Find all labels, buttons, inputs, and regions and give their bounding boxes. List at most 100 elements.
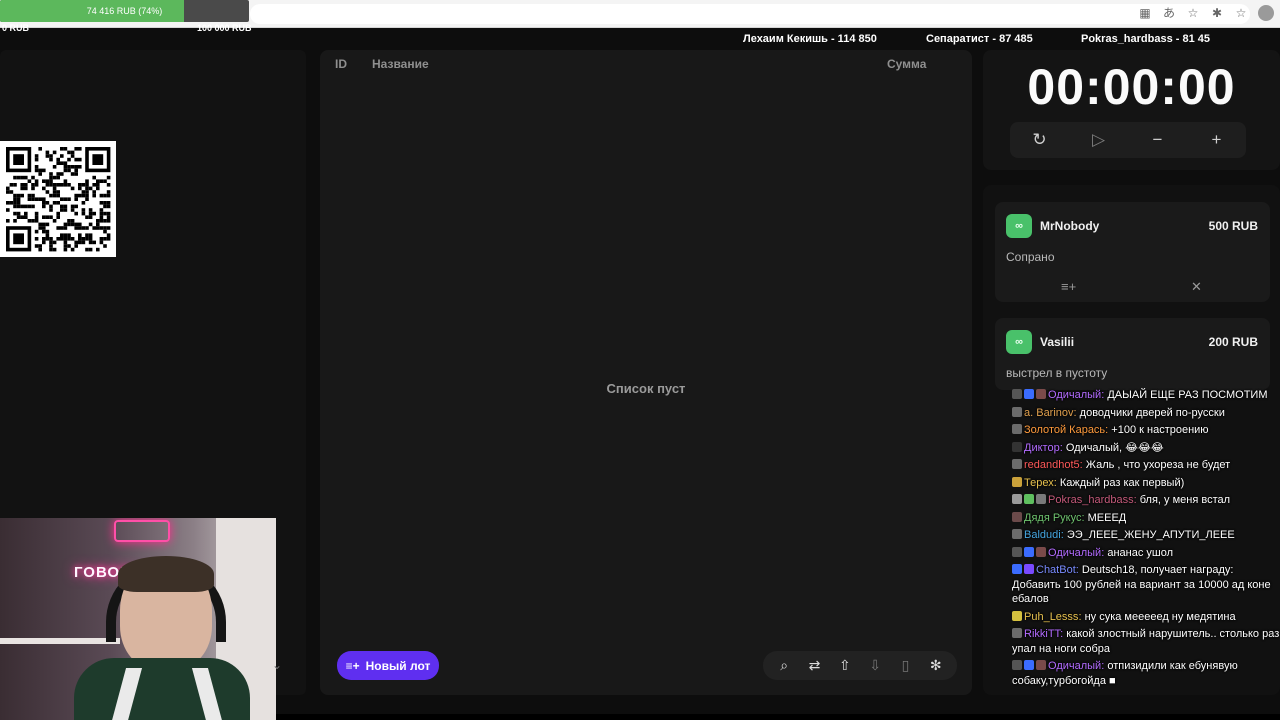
donation-source-icon: ∞ <box>1006 330 1032 354</box>
qr-module <box>74 147 78 151</box>
qr-module <box>60 237 64 241</box>
donor-name: MrNobody <box>1040 219 1100 233</box>
address-bar[interactable] <box>250 4 1250 24</box>
qr-module <box>103 219 107 223</box>
chat-text: бля, у меня встал <box>1139 494 1231 506</box>
qr-module <box>81 183 86 187</box>
timer-controls: ↻ ▷ − + <box>1010 122 1246 158</box>
qr-module <box>63 204 68 209</box>
streamer-hair <box>118 556 214 592</box>
qr-module <box>45 229 50 234</box>
donation-card: ∞ Vasilii 200 RUB выстрел в пустоту <box>995 318 1270 390</box>
qr-module <box>13 204 17 209</box>
qr-module <box>38 247 42 252</box>
chat-message: ChatBot: Deutsch18, получает награду: До… <box>1012 563 1280 607</box>
qr-module <box>92 190 96 194</box>
qr-module <box>31 219 35 223</box>
bottom-strip <box>276 714 1280 720</box>
wheel-icon[interactable]: ✻ <box>927 657 945 674</box>
new-lot-button[interactable]: ≡+ Новый лот <box>337 651 439 680</box>
chat-text: +100 к настроению <box>1111 424 1209 436</box>
qr-module <box>106 204 111 209</box>
column-id[interactable]: ID <box>335 57 347 71</box>
qr-module <box>60 154 64 158</box>
qr-module <box>96 222 100 227</box>
qr-module <box>85 190 89 194</box>
profile-avatar[interactable] <box>1258 5 1274 21</box>
shuffle-icon[interactable]: ⇄ <box>805 657 823 674</box>
qr-module <box>6 219 10 223</box>
bookmark-icon[interactable]: ☆ <box>1234 5 1248 21</box>
translate-icon[interactable]: あ <box>1162 5 1176 21</box>
qr-module <box>74 222 78 227</box>
qr-module <box>74 157 78 162</box>
qr-module <box>52 219 57 223</box>
column-name[interactable]: Название <box>372 57 429 71</box>
close-icon[interactable]: ✕ <box>1191 279 1202 295</box>
qr-module <box>63 197 68 201</box>
qr-module <box>56 175 60 180</box>
qr-module <box>96 247 100 252</box>
chat-message: Одичалый: ананас ушол <box>1012 546 1280 561</box>
qr-module <box>38 168 42 173</box>
chat-message: Терех: Каждый раз как первый) <box>1012 476 1280 491</box>
qr-module <box>99 193 104 198</box>
chat-text: ДАЫАЙ ЕЩЕ РАЗ ПОСМОТИМ <box>1107 389 1268 401</box>
chat-message: Дядя Рукус: МЕЕЕД <box>1012 511 1280 526</box>
star-icon[interactable]: ☆ <box>1186 5 1200 21</box>
qr-module <box>99 208 104 212</box>
play-icon[interactable]: ▷ <box>1088 130 1110 150</box>
qr-module <box>78 147 82 151</box>
qr-module <box>24 211 28 216</box>
minus-icon[interactable]: − <box>1147 130 1169 150</box>
qr-module <box>99 219 104 223</box>
qr-module <box>52 175 57 180</box>
trash-icon[interactable]: ▯ <box>896 657 914 674</box>
chat-message: Диктор: Одичалый, 😂😂😂 <box>1012 441 1280 456</box>
qr-module <box>16 175 21 180</box>
qr-module <box>74 193 78 198</box>
upload-icon[interactable]: ⇧ <box>836 657 854 674</box>
plus-icon[interactable]: + <box>1206 130 1228 150</box>
qr-module <box>106 215 111 219</box>
apps-icon[interactable]: ▦ <box>1138 5 1152 21</box>
chat-text: ананас ушол <box>1107 546 1174 559</box>
qr-module <box>56 172 60 176</box>
qr-module <box>27 204 32 209</box>
qr-module <box>67 244 71 248</box>
chat-username: Терех <box>1024 476 1054 489</box>
shelf <box>0 638 120 644</box>
chevron-icon[interactable]: ⌄ <box>272 658 282 672</box>
qr-module <box>63 233 68 237</box>
qr-module <box>99 240 104 245</box>
qr-module <box>74 197 78 201</box>
chat-badge-icon <box>1012 441 1022 452</box>
qr-module <box>74 165 78 169</box>
qr-module <box>49 175 53 180</box>
qr-module <box>88 208 93 212</box>
qr-module <box>20 204 24 209</box>
download-icon[interactable]: ⇩ <box>866 657 884 674</box>
reset-icon[interactable]: ↻ <box>1029 130 1051 150</box>
qr-module <box>13 193 17 198</box>
qr-module <box>38 147 42 151</box>
qr-module <box>56 215 60 219</box>
qr-module <box>34 237 39 241</box>
qr-module <box>42 186 46 191</box>
qr-module <box>81 240 86 245</box>
qr-module <box>45 179 50 183</box>
search-icon[interactable]: ⌕ <box>775 657 793 674</box>
extensions-icon[interactable]: ✱ <box>1210 5 1224 21</box>
column-sum[interactable]: Сумма <box>887 57 926 71</box>
qr-module <box>70 165 75 169</box>
chat-badge-icon <box>1012 424 1022 434</box>
chat-text: МЕЕЕД <box>1087 511 1127 524</box>
qr-module <box>78 183 82 187</box>
qr-module <box>27 193 32 198</box>
qr-module <box>85 193 89 198</box>
qr-module <box>49 237 53 241</box>
add-to-lot-icon[interactable]: ≡+ <box>1061 279 1076 294</box>
qr-module <box>49 204 53 209</box>
qr-module <box>45 150 50 155</box>
donation-amount: 200 RUB <box>1208 335 1258 349</box>
